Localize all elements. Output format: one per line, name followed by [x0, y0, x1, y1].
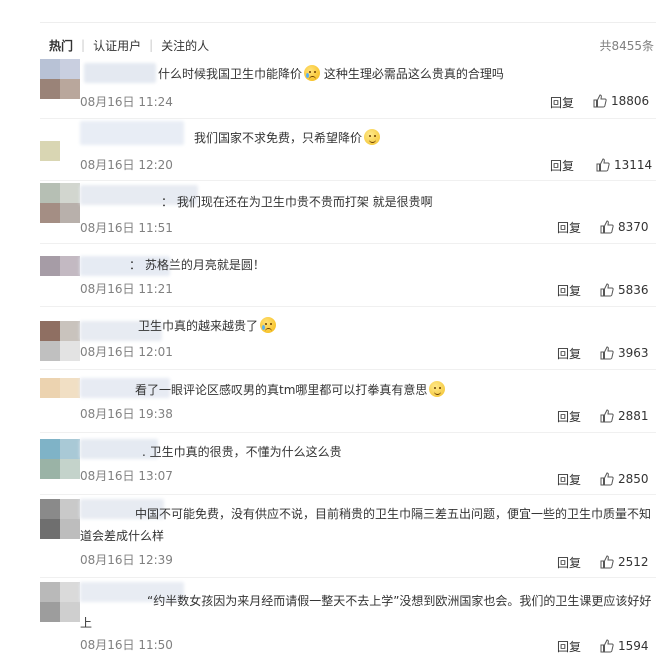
smiling-face-icon — [429, 381, 446, 397]
comment-date: 08月16日 13:07 — [80, 469, 173, 483]
avatar[interactable] — [40, 439, 80, 479]
comment-item: ： 我们现在还在为卫生巾贵不贵而打架 就是很贵啊 08月16日 11:51 回复… — [40, 181, 656, 244]
like-count: 3963 — [618, 346, 649, 360]
comment-text-continued: 道会差成什么样 — [80, 529, 165, 543]
avatar[interactable] — [40, 582, 80, 622]
crying-face-icon — [304, 65, 321, 81]
crying-face-icon — [260, 317, 277, 333]
tab-separator: | — [81, 38, 86, 52]
reply-button[interactable]: 回复 — [557, 471, 581, 488]
like-button[interactable]: 2850 — [600, 472, 649, 486]
comment-item: 看了一眼评论区感叹男的真tm哪里都可以打拳真有意思 08月16日 19:38 回… — [40, 370, 656, 433]
like-button[interactable]: 18806 — [593, 94, 649, 108]
like-button[interactable]: 2512 — [600, 555, 649, 569]
like-count: 1594 — [618, 639, 649, 653]
comment-date: 08月16日 19:38 — [80, 407, 173, 421]
reply-button[interactable]: 回复 — [557, 554, 581, 571]
comment-text: 看了一眼评论区感叹男的真tm哪里都可以打拳真有意思 — [135, 379, 446, 401]
comment-text: 我们国家不求免费，只希望降价 — [194, 127, 381, 149]
comment-item: 卫生巾真的越来越贵了 08月16日 12:01 回复 3963 — [40, 307, 656, 370]
like-button[interactable]: 8370 — [600, 220, 649, 234]
like-button[interactable]: 2881 — [600, 409, 649, 423]
blurred-username — [84, 63, 156, 83]
comment-text: ： 苏格兰的月亮就是圆！ — [129, 258, 265, 272]
thumbs-up-icon — [600, 346, 614, 360]
smiling-face-icon — [364, 129, 381, 145]
like-button[interactable]: 5836 — [600, 283, 649, 297]
avatar[interactable] — [40, 183, 80, 223]
like-count: 18806 — [611, 94, 650, 108]
thumbs-up-icon — [600, 220, 614, 234]
comment-item: “约半数女孩因为来月经而请假一整天不去上学”没想到欧洲国家也会。我们的卫生课更应… — [40, 578, 656, 661]
tab-verified-users[interactable]: 认证用户 — [93, 37, 141, 54]
comment-date: 08月16日 12:39 — [80, 553, 173, 567]
avatar[interactable] — [40, 121, 80, 161]
reply-button[interactable]: 回复 — [557, 408, 581, 425]
comment-date: 08月16日 12:01 — [80, 345, 173, 359]
reply-button[interactable]: 回复 — [557, 219, 581, 236]
comment-text: 什么时候我国卫生巾能降价 这种生理必需品这么贵真的合理吗 — [158, 65, 504, 81]
comment-filter-tabs: 热门 | 认证用户 | 关注的人 — [49, 36, 209, 54]
thumbs-up-icon — [600, 472, 614, 486]
comment-item: 中国不可能免费，没有供应不说，目前稍贵的卫生巾隔三差五出问题，便宜一些的卫生巾质… — [40, 495, 656, 578]
comment-item: ： 苏格兰的月亮就是圆！ 08月16日 11:21 回复 5836 — [40, 244, 656, 307]
thumbs-up-icon — [600, 283, 614, 297]
like-button[interactable]: 13114 — [596, 158, 652, 172]
comment-date: 08月16日 11:21 — [80, 282, 173, 296]
like-count: 13114 — [614, 158, 653, 172]
tab-separator: | — [149, 38, 154, 52]
thumbs-up-icon — [600, 555, 614, 569]
thumbs-up-icon — [600, 639, 614, 653]
comment-text: 卫生巾真的越来越贵了 — [138, 315, 277, 337]
reply-button[interactable]: 回复 — [557, 638, 581, 655]
comment-date: 08月16日 12:20 — [80, 158, 173, 172]
comment-item: 什么时候我国卫生巾能降价 这种生理必需品这么贵真的合理吗 08月16日 11:2… — [40, 55, 656, 119]
reply-button[interactable]: 回复 — [550, 157, 574, 174]
thumbs-up-icon — [593, 94, 607, 108]
reply-button[interactable]: 回复 — [557, 282, 581, 299]
avatar[interactable] — [40, 499, 80, 539]
like-count: 5836 — [618, 283, 649, 297]
like-button[interactable]: 1594 — [600, 639, 649, 653]
comment-date: 08月16日 11:50 — [80, 638, 173, 652]
comment-text-continued: 上 — [80, 616, 93, 630]
like-count: 2850 — [618, 472, 649, 486]
avatar[interactable] — [40, 321, 80, 361]
reply-button[interactable]: 回复 — [550, 94, 574, 111]
comment-panel: 热门 | 认证用户 | 关注的人 共8455条 什么时候我国卫生巾能降价 这种生… — [0, 0, 670, 671]
tab-hot[interactable]: 热门 — [49, 37, 73, 54]
comment-total-count: 共8455条 — [599, 39, 654, 53]
top-divider — [40, 22, 656, 23]
like-count: 8370 — [618, 220, 649, 234]
comment-item: . 卫生巾真的很贵，不懂为什么这么贵 08月16日 13:07 回复 2850 — [40, 433, 656, 495]
like-count: 2512 — [618, 555, 649, 569]
comment-text: 中国不可能免费，没有供应不说，目前稍贵的卫生巾隔三差五出问题，便宜一些的卫生巾质… — [135, 507, 652, 521]
avatar[interactable] — [40, 378, 80, 418]
comment-date: 08月16日 11:24 — [80, 95, 173, 109]
comment-text: . 卫生巾真的很贵，不懂为什么这么贵 — [142, 445, 342, 459]
thumbs-up-icon — [600, 409, 614, 423]
thumbs-up-icon — [596, 158, 610, 172]
reply-button[interactable]: 回复 — [557, 345, 581, 362]
comment-text: ： 我们现在还在为卫生巾贵不贵而打架 就是很贵啊 — [161, 195, 433, 209]
comment-text: “约半数女孩因为来月经而请假一整天不去上学”没想到欧洲国家也会。我们的卫生课更应… — [147, 594, 652, 608]
like-count: 2881 — [618, 409, 649, 423]
blurred-username — [80, 121, 184, 145]
avatar[interactable] — [40, 256, 80, 296]
comment-item: 我们国家不求免费，只希望降价 08月16日 12:20 回复 13114 — [40, 119, 656, 181]
like-button[interactable]: 3963 — [600, 346, 649, 360]
comment-date: 08月16日 11:51 — [80, 221, 173, 235]
avatar[interactable] — [40, 59, 80, 99]
tab-following[interactable]: 关注的人 — [161, 37, 209, 54]
